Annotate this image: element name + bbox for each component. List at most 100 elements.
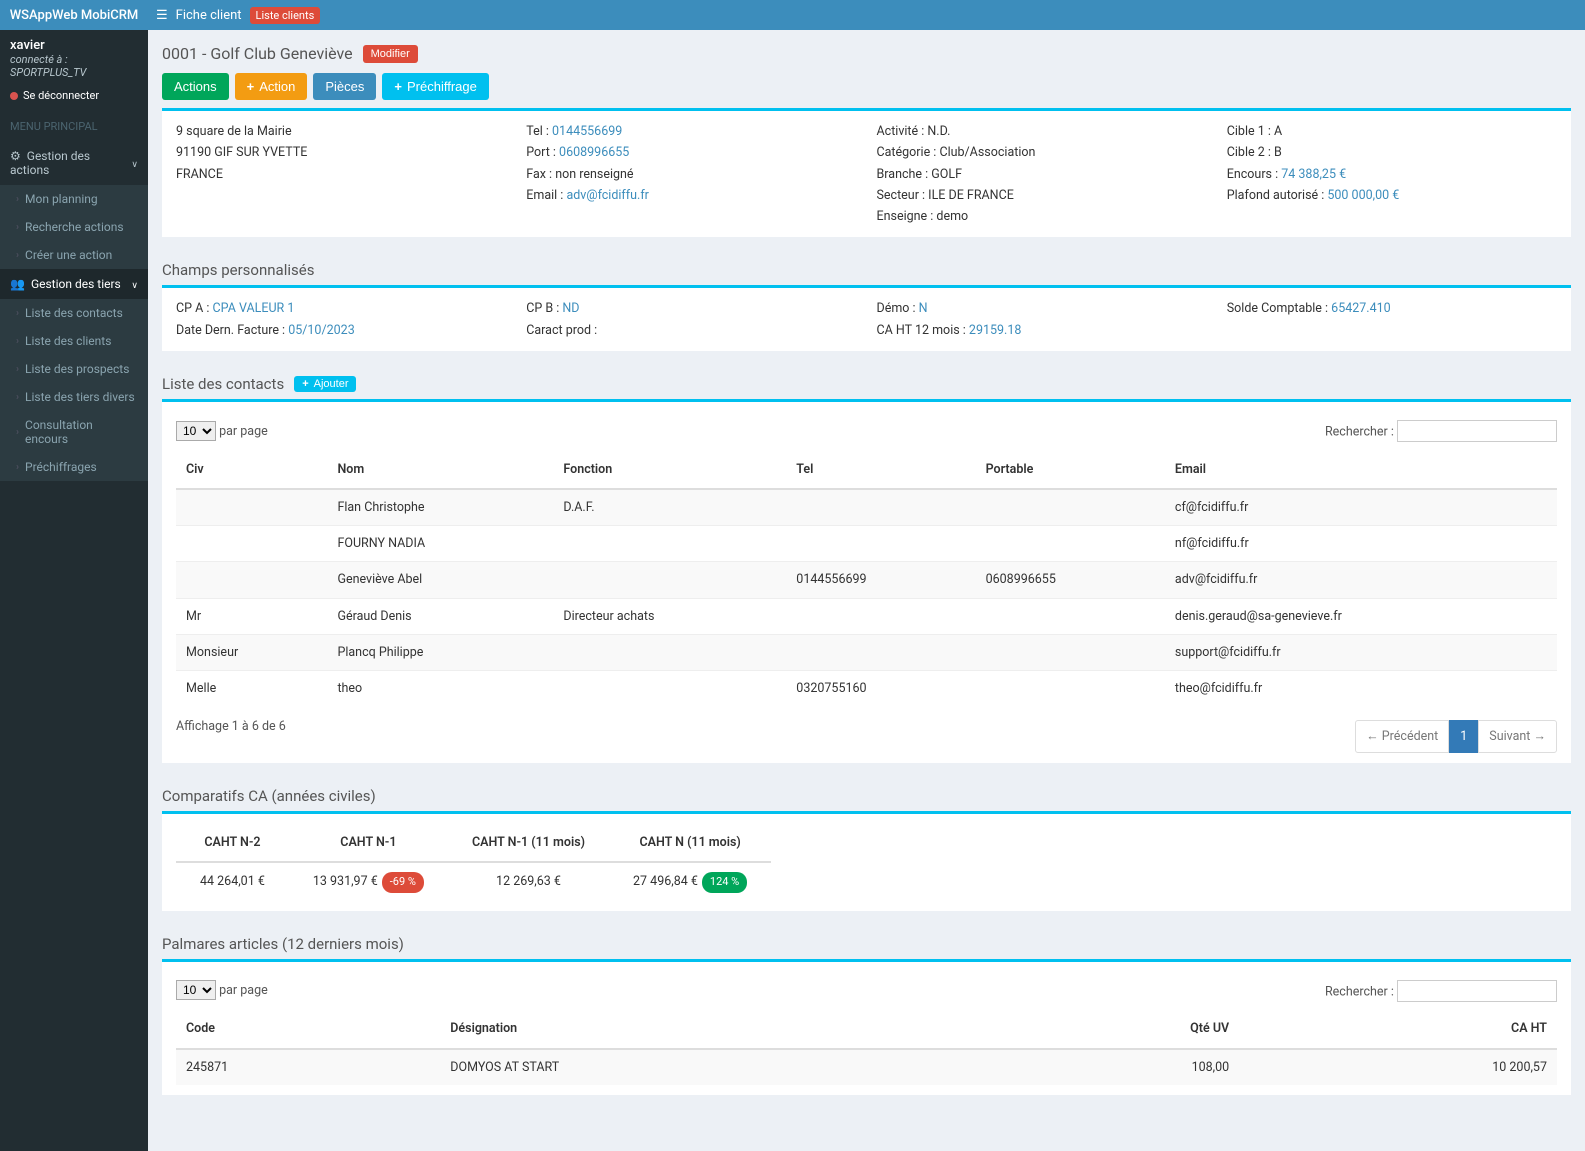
label: Enseigne :	[877, 209, 937, 224]
sidebar-subitem[interactable]: Mon planning	[0, 185, 148, 213]
table-row[interactable]: MrGéraud DenisDirecteur achatsdenis.gera…	[176, 598, 1557, 634]
sidebar-subitem-label: Liste des clients	[25, 334, 111, 348]
col-header: CAHT N-1 (11 mois)	[448, 824, 609, 862]
cell: Géraud Denis	[327, 598, 553, 634]
address-line: 91190 GIF SUR YVETTE	[176, 142, 506, 163]
sidebar-subitem[interactable]: Créer une action	[0, 241, 148, 269]
value: N.D.	[927, 124, 950, 139]
chevron-down-icon	[131, 277, 138, 291]
pieces-button[interactable]: Pièces	[313, 73, 376, 100]
table-row[interactable]: MonsieurPlancq Philippesupport@fcidiffu.…	[176, 634, 1557, 670]
plus-icon	[247, 79, 255, 94]
address-line: 9 square de la Mairie	[176, 121, 506, 142]
sidebar-toggle[interactable]	[156, 8, 168, 23]
sidebar-subitem-label: Consultation encours	[25, 418, 138, 446]
value: demo	[936, 209, 968, 224]
col-header[interactable]: Qté UV	[988, 1010, 1239, 1048]
search-input[interactable]	[1397, 420, 1557, 442]
sidebar-item-actions[interactable]: Gestion des actions	[0, 141, 148, 185]
sidebar-item-label: Gestion des actions	[10, 149, 90, 177]
pager-page-1[interactable]: 1	[1449, 720, 1478, 753]
cell: Plancq Philippe	[327, 634, 553, 670]
logout-button[interactable]: Se déconnecter	[0, 85, 148, 112]
pager-prev[interactable]: ← Précédent	[1355, 720, 1449, 753]
tel-link[interactable]: 0144556699	[552, 124, 622, 139]
table-row[interactable]: 245871DOMYOS AT START108,0010 200,57	[176, 1049, 1557, 1085]
col-header[interactable]: Email	[1165, 451, 1557, 489]
chevron-right-icon	[16, 364, 19, 375]
label: Date Dern. Facture :	[176, 323, 288, 338]
cell	[176, 526, 327, 562]
cpb-link[interactable]: ND	[562, 301, 579, 316]
sidebar-subitem[interactable]: Liste des tiers divers	[0, 383, 148, 411]
sidebar-subitem[interactable]: Recherche actions	[0, 213, 148, 241]
cell	[786, 598, 975, 634]
brand[interactable]: WSAppWeb MobiCRM	[0, 0, 148, 30]
sidebar-subitem[interactable]: Liste des prospects	[0, 355, 148, 383]
col-header[interactable]: CA HT	[1239, 1010, 1557, 1048]
cell: adv@fcidiffu.fr	[1165, 562, 1557, 598]
perpage-label: par page	[219, 983, 268, 998]
port-link[interactable]: 0608996655	[559, 145, 629, 160]
chevron-right-icon	[16, 336, 19, 347]
table-row[interactable]: FOURNY NADIAnf@fcidiffu.fr	[176, 526, 1557, 562]
cell	[176, 489, 327, 526]
cell	[976, 598, 1165, 634]
delta-up-badge: 124 %	[702, 872, 747, 893]
search-input[interactable]	[1397, 980, 1557, 1002]
col-header[interactable]: Fonction	[553, 451, 786, 489]
perpage-label: par page	[219, 424, 268, 439]
sidebar-subitem[interactable]: Liste des contacts	[0, 299, 148, 327]
table-row[interactable]: Flan ChristopheD.A.F.cf@fcidiffu.fr	[176, 489, 1557, 526]
chevron-right-icon	[16, 462, 19, 473]
action-button[interactable]: Action	[235, 73, 308, 100]
action-button-label: Action	[259, 79, 295, 94]
cell: 0320755160	[786, 671, 975, 707]
col-header[interactable]: Civ	[176, 451, 327, 489]
sidebar-subitem[interactable]: Consultation encours	[0, 411, 148, 453]
sidebar-item-tiers[interactable]: Gestion des tiers	[0, 269, 148, 299]
col-header[interactable]: Tel	[786, 451, 975, 489]
value: A	[1274, 124, 1282, 139]
demo-link[interactable]: N	[919, 301, 928, 316]
col-header[interactable]: Désignation	[440, 1010, 988, 1048]
palmares-table: Code Désignation Qté UV CA HT 245871DOMY…	[176, 1010, 1557, 1085]
cell	[553, 634, 786, 670]
last-invoice-date: 05/10/2023	[288, 323, 355, 338]
cell	[176, 562, 327, 598]
users-icon	[10, 277, 25, 291]
user-name: xavier	[10, 38, 138, 53]
sidebar-subitem[interactable]: Préchiffrages	[0, 453, 148, 481]
cpa-link[interactable]: CPA VALEUR 1	[213, 301, 295, 316]
cell: theo	[327, 671, 553, 707]
cell	[786, 634, 975, 670]
chevron-right-icon	[16, 427, 19, 438]
value: Club/Association	[939, 145, 1035, 160]
breadcrumb-badge[interactable]: Liste clients	[250, 7, 321, 24]
perpage-select[interactable]: 10	[176, 421, 216, 441]
col-header[interactable]: Nom	[327, 451, 553, 489]
comparatif-panel: CAHT N-2 CAHT N-1 CAHT N-1 (11 mois) CAH…	[162, 811, 1571, 911]
search-label: Rechercher :	[1325, 984, 1394, 999]
actions-button[interactable]: Actions	[162, 73, 229, 100]
email-link[interactable]: adv@fcidiffu.fr	[566, 188, 648, 203]
table-row[interactable]: Melletheo0320755160theo@fcidiffu.fr	[176, 671, 1557, 707]
prechiffrage-button[interactable]: Préchiffrage	[382, 73, 488, 100]
add-contact-button[interactable]: Ajouter	[294, 376, 356, 392]
palmares-title: Palmares articles (12 derniers mois)	[162, 927, 1571, 959]
perpage-select[interactable]: 10	[176, 980, 216, 1000]
cell	[553, 562, 786, 598]
cell: Melle	[176, 671, 327, 707]
sidebar-subitem[interactable]: Liste des clients	[0, 327, 148, 355]
modify-button[interactable]: Modifier	[363, 45, 418, 63]
cell: 13 931,97 €	[313, 874, 378, 889]
cell: 0608996655	[976, 562, 1165, 598]
col-header[interactable]: Code	[176, 1010, 440, 1048]
table-row[interactable]: Geneviève Abel01445566990608996655adv@fc…	[176, 562, 1557, 598]
pager-next[interactable]: Suivant →	[1478, 720, 1557, 753]
sidebar-subitem-label: Liste des prospects	[25, 362, 129, 376]
sidebar: xavier connecté à : SPORTPLUS_TV Se déco…	[0, 30, 148, 1151]
label: Fax :	[526, 167, 555, 182]
ca12m-value: 29159.18	[969, 323, 1021, 338]
col-header[interactable]: Portable	[976, 451, 1165, 489]
